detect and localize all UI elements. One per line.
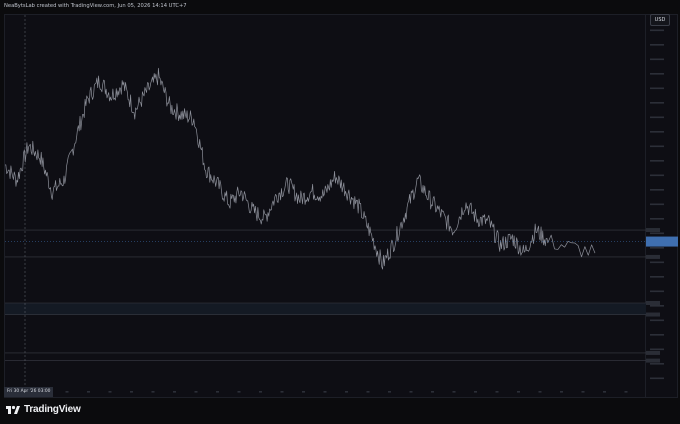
time-tick-label	[173, 391, 176, 393]
axis-level-marker-upper	[646, 228, 660, 233]
tradingview-brand-text: TradingView	[24, 404, 81, 415]
axis-tick-label	[650, 334, 664, 336]
time-tick-label	[581, 391, 585, 393]
time-tick-label	[538, 391, 542, 393]
time-tick-label	[194, 391, 198, 393]
axis-tick-label	[650, 261, 664, 264]
time-tick-label	[366, 391, 370, 393]
axis-level-marker-lower-2	[646, 358, 660, 363]
price-axis-svg	[646, 29, 678, 380]
time-tick-label	[87, 391, 90, 393]
axis-tick-label	[650, 145, 664, 148]
time-axis[interactable]: Fri 30 Apr '26 03:00	[4, 387, 646, 398]
time-tick-label	[388, 391, 391, 393]
time-tick-label	[280, 391, 284, 393]
axis-tick-label	[650, 189, 664, 191]
axis-tick-label	[650, 247, 664, 249]
time-tick-label	[216, 391, 219, 393]
axis-tick-label	[650, 348, 664, 351]
time-tick-label	[65, 391, 69, 393]
time-tick-label	[302, 391, 305, 393]
support-zone	[5, 303, 647, 315]
axis-tick-label	[650, 276, 664, 278]
time-tick-label	[517, 391, 520, 393]
time-tick-label	[409, 391, 413, 393]
price-chart-svg[interactable]	[5, 15, 647, 399]
axis-tick-label	[650, 73, 664, 75]
chart-pane[interactable]	[4, 14, 647, 399]
axis-tick-label	[650, 174, 664, 177]
time-tick-label	[624, 391, 628, 393]
last-price-badge	[646, 236, 678, 247]
axis-tick-label	[650, 29, 664, 32]
axis-tick-label	[650, 87, 664, 90]
time-tick-label	[108, 391, 112, 393]
axis-tick-label	[650, 232, 664, 235]
axis-level-marker-mid	[646, 254, 660, 259]
axis-level-marker-lower-1	[646, 350, 660, 355]
axis-tick-label	[650, 218, 664, 220]
time-tick-label	[603, 391, 606, 393]
tradingview-logo[interactable]: TradingView	[6, 404, 81, 415]
price-series-line	[5, 67, 596, 270]
axis-tick-label	[650, 203, 664, 206]
time-tick-label	[431, 391, 434, 393]
time-tick-label	[151, 391, 155, 393]
time-tick-label	[345, 391, 348, 393]
axis-tick-label	[650, 363, 664, 365]
axis-tick-label	[650, 377, 664, 380]
axis-level-marker-zone-bottom	[646, 312, 660, 317]
axis-tick-label	[650, 160, 664, 162]
time-tick-label	[452, 391, 456, 393]
time-tick-label	[560, 391, 563, 393]
axis-tick-label	[650, 290, 664, 293]
time-tick-label	[495, 391, 499, 393]
price-axis[interactable]	[646, 14, 678, 398]
axis-tick-label	[650, 319, 664, 322]
axis-tick-label	[650, 131, 664, 133]
axis-tick-label	[650, 44, 664, 46]
time-axis-svg	[65, 391, 628, 393]
tradingview-logo-icon	[6, 405, 20, 415]
time-tick-label	[474, 391, 477, 393]
time-tick-label	[323, 391, 327, 393]
attribution-text: NeaBytsLab created with TradingView.com,…	[4, 3, 187, 9]
time-tick-label	[130, 391, 133, 393]
axis-tick-label	[650, 58, 664, 61]
axis-tick-label	[650, 305, 664, 307]
axis-tick-label	[650, 116, 664, 119]
time-tick-label	[259, 391, 262, 393]
time-tick-label	[237, 391, 241, 393]
currency-button[interactable]: USD	[650, 14, 670, 26]
axis-level-marker-zone-top	[646, 301, 660, 305]
axis-tick-label	[650, 102, 664, 104]
